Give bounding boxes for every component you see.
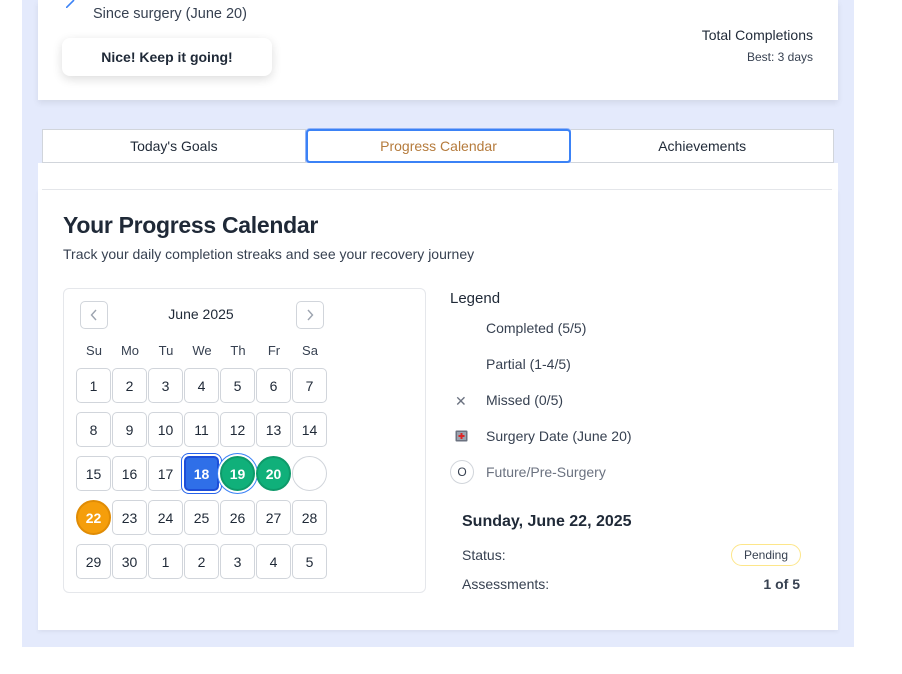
status-badge: Pending xyxy=(731,544,801,566)
legend-surgery: Surgery Date (June 20) xyxy=(486,428,632,444)
page-title: Your Progress Calendar xyxy=(63,212,319,238)
calendar-day[interactable]: 5 xyxy=(292,544,327,579)
calendar-day[interactable]: 16 xyxy=(112,456,147,491)
calendar-day[interactable]: 3 xyxy=(148,368,183,403)
calendar-day[interactable]: 24 xyxy=(148,500,183,535)
calendar-day[interactable]: 9 xyxy=(112,412,147,447)
weekday-sa: Sa xyxy=(302,343,318,358)
circle-icon: O xyxy=(450,460,474,484)
calendar-day[interactable]: 2 xyxy=(112,368,147,403)
calendar-day[interactable]: 20 xyxy=(256,456,291,491)
calendar-day[interactable]: 27 xyxy=(256,500,291,535)
calendar-day[interactable]: 8 xyxy=(76,412,111,447)
page-subtitle: Track your daily completion streaks and … xyxy=(63,246,475,262)
selected-date-heading: Sunday, June 22, 2025 xyxy=(462,513,632,530)
calendar-day[interactable]: 14 xyxy=(292,412,327,447)
total-completions-label: Total Completions xyxy=(701,27,813,43)
tab-progress-calendar[interactable]: Progress Calendar xyxy=(305,129,572,163)
calendar-day[interactable]: 11 xyxy=(184,412,219,447)
chevron-right-icon xyxy=(307,309,314,321)
calendar-day[interactable]: 5 xyxy=(220,368,255,403)
weekday-we: We xyxy=(192,343,212,358)
calendar-day[interactable]: 7 xyxy=(292,368,327,403)
prev-month-button[interactable] xyxy=(80,301,108,329)
chevron-left-icon xyxy=(90,309,97,321)
calendar-day[interactable]: 17 xyxy=(148,456,183,491)
calendar-day[interactable]: 1 xyxy=(148,544,183,579)
assessments-value: 1 of 5 xyxy=(763,576,800,592)
calendar-day[interactable]: 6 xyxy=(256,368,291,403)
encouragement-toast: Nice! Keep it going! xyxy=(62,38,272,76)
x-icon: ✕ xyxy=(455,393,467,409)
tab-bar: Today's Goals Progress Calendar Achievem… xyxy=(42,129,835,163)
calendar-day[interactable]: 29 xyxy=(76,544,111,579)
legend-partial: Partial (1-4/5) xyxy=(486,356,571,372)
weekday-su: Su xyxy=(86,343,102,358)
calendar-day[interactable]: 2 xyxy=(184,544,219,579)
best-streak-text: Best: 3 days xyxy=(746,50,813,64)
weekday-th: Th xyxy=(230,343,246,358)
calendar-day[interactable]: 25 xyxy=(184,500,219,535)
calendar-day[interactable]: 1 xyxy=(76,368,111,403)
calendar-day[interactable]: 28 xyxy=(292,500,327,535)
calendar-day[interactable]: 23 xyxy=(112,500,147,535)
next-month-button[interactable] xyxy=(296,301,324,329)
calendar-day[interactable]: 18 xyxy=(184,456,219,491)
calendar-day[interactable]: 22 xyxy=(76,500,111,535)
check-icon xyxy=(66,0,75,8)
calendar-day[interactable]: 3 xyxy=(220,544,255,579)
legend-completed: Completed (5/5) xyxy=(486,320,587,336)
weekday-mo: Mo xyxy=(120,343,140,358)
legend-future: Future/Pre-Surgery xyxy=(486,464,606,480)
status-label: Status: xyxy=(462,547,506,563)
calendar-day[interactable]: 4 xyxy=(256,544,291,579)
tab-achievements[interactable]: Achievements xyxy=(571,129,835,163)
legend-missed: Missed (0/5) xyxy=(486,392,564,408)
calendar-day[interactable]: 12 xyxy=(220,412,255,447)
since-surgery-text: Since surgery (June 20) xyxy=(93,6,247,22)
calendar-day[interactable]: 30 xyxy=(112,544,147,579)
tab-gap xyxy=(38,163,838,190)
calendar-day[interactable]: 13 xyxy=(256,412,291,447)
legend-title: Legend xyxy=(450,290,501,307)
weekday-tu: Tu xyxy=(158,343,174,358)
month-label: June 2025 xyxy=(168,306,234,322)
assessments-label: Assessments: xyxy=(462,576,550,592)
calendar-day[interactable]: 10 xyxy=(148,412,183,447)
tab-todays-goals[interactable]: Today's Goals xyxy=(42,129,306,163)
calendar-day[interactable]: 26 xyxy=(220,500,255,535)
calendar-day[interactable]: 4 xyxy=(184,368,219,403)
weekday-fr: Fr xyxy=(267,343,281,358)
calendar-day[interactable]: 19 xyxy=(220,456,255,491)
calendar-day[interactable]: 15 xyxy=(76,456,111,491)
hospital-icon xyxy=(455,430,468,442)
calendar-day[interactable] xyxy=(292,456,327,491)
